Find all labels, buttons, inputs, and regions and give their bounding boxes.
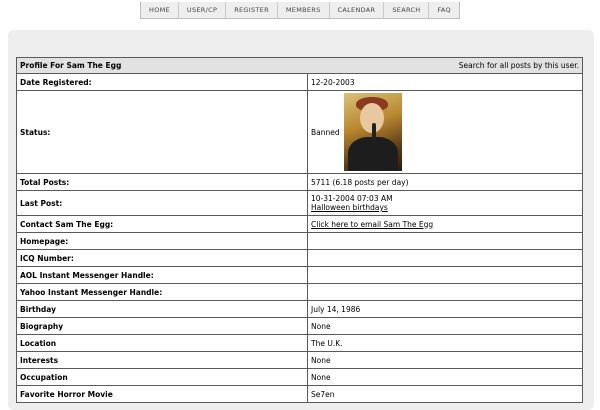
yahoo-label: Yahoo Instant Messenger Handle: xyxy=(16,283,308,301)
last-post-date: 10-31-2004 07:03 AM xyxy=(311,194,393,203)
nav-calendar[interactable]: CALENDAR xyxy=(330,2,385,18)
last-post-thread-link[interactable]: Halloween birthdays xyxy=(311,203,388,212)
nav-faq[interactable]: FAQ xyxy=(429,2,459,18)
location-value: The U.K. xyxy=(307,334,583,352)
row-total-posts: Total Posts: 5711 (6.18 posts per day) xyxy=(16,173,583,191)
email-user-link[interactable]: Click here to email Sam The Egg xyxy=(311,220,433,229)
row-location: Location The U.K. xyxy=(16,334,583,352)
favorite-movie-value: Se7en xyxy=(307,385,583,403)
profile-title: Profile For Sam The Egg xyxy=(20,61,122,70)
contact-cell: Click here to email Sam The Egg xyxy=(307,215,583,233)
yahoo-value xyxy=(307,283,583,301)
row-interests: Interests None xyxy=(16,351,583,369)
homepage-label: Homepage: xyxy=(16,232,308,250)
row-aol: AOL Instant Messenger Handle: xyxy=(16,266,583,284)
total-posts-label: Total Posts: xyxy=(16,173,308,191)
icq-label: ICQ Number: xyxy=(16,249,308,267)
status-value: Banned xyxy=(311,127,340,137)
row-date-registered: Date Registered: 12-20-2003 xyxy=(16,73,583,91)
occupation-value: None xyxy=(307,368,583,386)
status-cell: Banned xyxy=(307,90,583,174)
row-icq: ICQ Number: xyxy=(16,249,583,267)
row-status: Status: Banned xyxy=(16,90,583,174)
last-post-label: Last Post: xyxy=(16,190,308,216)
status-label: Status: xyxy=(16,90,308,174)
contact-label: Contact Sam The Egg: xyxy=(16,215,308,233)
microphone-icon xyxy=(371,123,376,141)
occupation-label: Occupation xyxy=(16,368,308,386)
avatar-body xyxy=(347,137,398,171)
interests-value: None xyxy=(307,351,583,369)
row-yahoo: Yahoo Instant Messenger Handle: xyxy=(16,283,583,301)
nav-user-cp[interactable]: USER/CP xyxy=(179,2,227,18)
date-registered-label: Date Registered: xyxy=(16,73,308,91)
biography-value: None xyxy=(307,317,583,335)
total-posts-value: 5711 (6.18 posts per day) xyxy=(307,173,583,191)
row-homepage: Homepage: xyxy=(16,232,583,250)
biography-label: Biography xyxy=(16,317,308,335)
row-last-post: Last Post: 10-31-2004 07:03 AM Halloween… xyxy=(16,190,583,216)
birthday-value: July 14, 1986 xyxy=(307,300,583,318)
nav-members[interactable]: MEMBERS xyxy=(278,2,330,18)
aol-label: AOL Instant Messenger Handle: xyxy=(16,266,308,284)
last-post-cell: 10-31-2004 07:03 AM Halloween birthdays xyxy=(307,190,583,216)
profile-header: Profile For Sam The Egg Search for all p… xyxy=(16,57,583,74)
favorite-movie-label: Favorite Horror Movie xyxy=(16,385,308,403)
row-favorite-movie: Favorite Horror Movie Se7en xyxy=(16,385,583,403)
profile-header-row: Profile For Sam The Egg Search for all p… xyxy=(16,57,583,74)
row-occupation: Occupation None xyxy=(16,368,583,386)
homepage-value xyxy=(307,232,583,250)
row-contact: Contact Sam The Egg: Click here to email… xyxy=(16,215,583,233)
top-navigation: HOME USER/CP REGISTER MEMBERS CALENDAR S… xyxy=(140,2,460,19)
date-registered-value: 12-20-2003 xyxy=(307,73,583,91)
birthday-label: Birthday xyxy=(16,300,308,318)
search-posts-link[interactable]: Search for all posts by this user. xyxy=(459,61,579,70)
profile-table: Profile For Sam The Egg Search for all p… xyxy=(16,57,583,403)
nav-search[interactable]: SEARCH xyxy=(384,2,430,18)
interests-label: Interests xyxy=(16,351,308,369)
user-avatar xyxy=(343,93,402,171)
location-label: Location xyxy=(16,334,308,352)
aol-value xyxy=(307,266,583,284)
row-birthday: Birthday July 14, 1986 xyxy=(16,300,583,318)
nav-home[interactable]: HOME xyxy=(141,2,179,18)
icq-value xyxy=(307,249,583,267)
row-biography: Biography None xyxy=(16,317,583,335)
nav-register[interactable]: REGISTER xyxy=(226,2,278,18)
